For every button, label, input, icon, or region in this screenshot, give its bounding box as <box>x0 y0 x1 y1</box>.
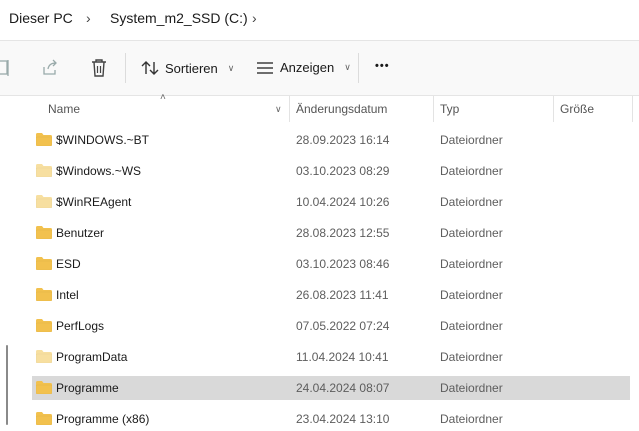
modified-date: 03.10.2023 08:46 <box>296 257 390 271</box>
file-name: $Windows.~WS <box>56 164 142 178</box>
folder-icon <box>36 288 52 301</box>
folder-icon <box>36 226 52 239</box>
file-list: ˄ Name ∨ Änderungsdatum Typ Größe $WINDO… <box>18 92 639 431</box>
file-name: $WINDOWS.~BT <box>56 133 150 147</box>
column-header-size[interactable]: Größe <box>560 96 594 122</box>
folder-icon <box>36 257 52 270</box>
file-type: Dateiordner <box>440 195 503 209</box>
table-row[interactable]: $WINDOWS.~BT 28.09.2023 16:14 Dateiordner <box>32 128 630 152</box>
modified-date: 28.08.2023 12:55 <box>296 226 390 240</box>
file-type: Dateiordner <box>440 257 503 271</box>
modified-date: 11.04.2024 10:41 <box>296 350 389 364</box>
view-icon <box>257 61 273 74</box>
column-header-date[interactable]: Änderungsdatum <box>296 96 387 122</box>
table-row[interactable]: ESD 03.10.2023 08:46 Dateiordner <box>32 252 630 276</box>
column-header-name[interactable]: Name <box>48 96 80 122</box>
folder-icon <box>36 164 52 177</box>
navigation-pane-scrollbar[interactable] <box>6 345 8 425</box>
share-icon[interactable] <box>41 59 59 77</box>
file-name: Benutzer <box>56 226 105 240</box>
column-divider[interactable] <box>553 96 554 122</box>
folder-icon <box>36 350 52 363</box>
delete-icon[interactable] <box>90 58 108 78</box>
view-button[interactable]: Anzeigen ∨ <box>256 60 351 75</box>
column-header-type[interactable]: Typ <box>440 96 459 122</box>
file-name: PerfLogs <box>56 319 105 333</box>
table-row[interactable]: PerfLogs 07.05.2022 07:24 Dateiordner <box>32 314 630 338</box>
file-name: $WinREAgent <box>56 195 132 209</box>
sort-label: Sortieren <box>165 60 218 76</box>
file-type: Dateiordner <box>440 350 503 364</box>
file-type: Dateiordner <box>440 164 503 178</box>
chevron-right-icon[interactable]: › <box>252 10 257 26</box>
table-row[interactable]: Intel 26.08.2023 11:41 Dateiordner <box>32 283 630 307</box>
folder-icon <box>36 412 52 425</box>
view-label: Anzeigen <box>280 60 335 75</box>
column-divider[interactable] <box>433 96 434 122</box>
file-type: Dateiordner <box>440 133 503 147</box>
modified-date: 24.04.2024 08:07 <box>296 381 390 395</box>
folder-icon <box>36 319 52 332</box>
modified-date: 26.08.2023 11:41 <box>296 288 389 302</box>
file-type: Dateiordner <box>440 412 503 426</box>
modified-date: 03.10.2023 08:29 <box>296 164 390 178</box>
modified-date: 07.05.2022 07:24 <box>296 319 390 333</box>
file-name: Programme (x86) <box>56 412 150 426</box>
file-name: ESD <box>56 257 81 271</box>
table-row[interactable]: $Windows.~WS 03.10.2023 08:29 Dateiordner <box>32 159 630 183</box>
table-row[interactable]: $WinREAgent 10.04.2024 10:26 Dateiordner <box>32 190 630 214</box>
file-type: Dateiordner <box>440 288 503 302</box>
file-type: Dateiordner <box>440 381 503 395</box>
folder-icon <box>36 195 52 208</box>
chevron-down-icon: ∨ <box>227 62 235 73</box>
folder-icon <box>36 133 52 146</box>
command-bar: Sortieren ∨ Anzeigen ∨ ••• <box>0 41 639 96</box>
column-divider[interactable] <box>289 96 290 122</box>
table-row[interactable]: Benutzer 28.08.2023 12:55 Dateiordner <box>32 221 630 245</box>
file-type: Dateiordner <box>440 319 503 333</box>
table-row[interactable]: ProgramData 11.04.2024 10:41 Dateiordner <box>32 345 630 369</box>
modified-date: 23.04.2024 13:10 <box>296 412 390 426</box>
sort-ascending-icon: ˄ <box>160 92 166 103</box>
column-header-row: ˄ Name ∨ Änderungsdatum Typ Größe <box>18 92 639 122</box>
file-name: Intel <box>56 288 79 302</box>
chevron-down-icon: ∨ <box>344 62 351 72</box>
sort-icon <box>141 61 159 75</box>
breadcrumb-dieser-pc[interactable]: Dieser PC <box>9 10 73 26</box>
modified-date: 10.04.2024 10:26 <box>296 195 390 209</box>
more-options-button[interactable]: ••• <box>375 60 390 72</box>
folder-icon <box>36 381 52 394</box>
modified-date: 28.09.2023 16:14 <box>296 133 390 147</box>
column-divider[interactable] <box>632 96 633 122</box>
table-row[interactable]: Programme 24.04.2024 08:07 Dateiordner <box>32 376 630 400</box>
chevron-down-icon[interactable]: ∨ <box>275 96 282 122</box>
chevron-right-icon[interactable]: › <box>86 10 91 26</box>
toolbar-divider <box>358 53 359 83</box>
table-row[interactable]: Programme (x86) 23.04.2024 13:10 Dateiordn… <box>32 407 630 431</box>
sort-button[interactable]: Sortieren ∨ <box>141 60 234 76</box>
file-type: Dateiordner <box>440 226 503 240</box>
breadcrumb-drive[interactable]: System_m2_SSD (C:) <box>110 10 248 26</box>
file-name: ProgramData <box>56 350 128 364</box>
toolbar-divider <box>125 53 126 83</box>
rename-icon[interactable] <box>0 59 12 77</box>
file-name: Programme <box>56 381 119 395</box>
address-bar[interactable]: Dieser PC › System_m2_SSD (C:) › <box>0 0 639 41</box>
